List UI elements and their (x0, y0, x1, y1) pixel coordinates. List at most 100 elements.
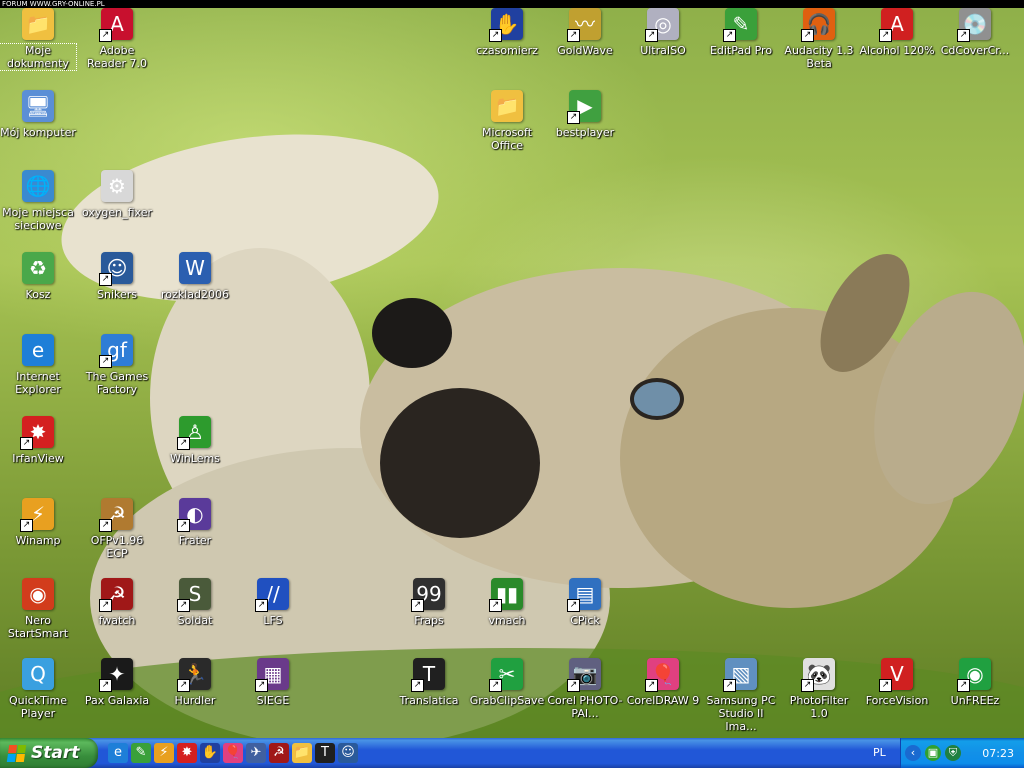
desktop-icon-label: SIEGE (256, 694, 290, 707)
tray-security-icon[interactable]: ⛨ (945, 745, 961, 761)
shortcut-arrow-icon: ↗ (99, 273, 112, 286)
coreldraw-quicklaunch-icon[interactable]: 🎈 (223, 743, 243, 763)
shortcut-arrow-icon: ↗ (879, 29, 892, 42)
shortcut-arrow-icon: ↗ (957, 29, 970, 42)
system-tray: PL ‹ ▣ ⛨ 07:23 (873, 738, 1024, 768)
translatica-quicklaunch-icon[interactable]: T (315, 743, 335, 763)
start-button[interactable]: Start (0, 738, 98, 768)
desktop-icon[interactable]: ◎ ↗ UltraISO (625, 8, 701, 57)
recycle-bin-icon: ♻ (22, 252, 54, 284)
desktop-icon[interactable]: 🏃 ↗ Hurdler (157, 658, 233, 707)
tray-network-icon[interactable]: ▣ (925, 745, 941, 761)
desktop-icon-label: CPick (570, 614, 600, 627)
alcohol-icon: A ↗ (879, 8, 913, 42)
desktop-icon-label: CorelDRAW 9 (626, 694, 700, 707)
desktop-icon[interactable]: ▶ ↗ bestplayer (547, 90, 623, 139)
desktop-icon[interactable]: 🌐 Moje miejsca sieciowe (0, 170, 76, 232)
desktop-icon[interactable]: ▦ ↗ SIEGE (235, 658, 311, 707)
desktop-icon[interactable]: ⚙ oxygen_fixer (79, 170, 155, 219)
desktop-icon-label: Hurdler (174, 694, 216, 707)
desktop-icon[interactable]: ⚡ ↗ Winamp (0, 498, 76, 547)
shortcut-arrow-icon: ↗ (801, 679, 814, 692)
shortcut-arrow-icon: ↗ (99, 679, 112, 692)
desktop-icon[interactable]: T ↗ Translatica (391, 658, 467, 707)
shortcut-arrow-icon: ↗ (567, 111, 580, 124)
desktop-icon[interactable]: ◐ ↗ Frater (157, 498, 233, 547)
desktop-icon[interactable]: ✸ ↗ IrfanView (0, 416, 76, 465)
desktop-icon[interactable]: ▧ ↗ Samsung PC Studio II Ima... (703, 658, 779, 733)
desktop-icon-label: Kosz (25, 288, 51, 301)
language-indicator[interactable]: PL (873, 746, 886, 759)
desktop-icon[interactable]: ✦ ↗ Pax Galaxia (79, 658, 155, 707)
shortcut-arrow-icon: ↗ (255, 679, 268, 692)
desktop-icon-label: CdCoverCr... (940, 44, 1010, 57)
desktop-icon[interactable]: gf ↗ The Games Factory (79, 334, 155, 396)
lfs-icon: //↗ (255, 578, 289, 612)
corel-photopaint-icon: 📷 ↗ (567, 658, 601, 692)
desktop-icon[interactable]: ♙ ↗ WinLems (157, 416, 233, 465)
desktop-icon[interactable]: ✋ ↗ czasomierz (469, 8, 545, 57)
desktop-icon[interactable]: Wrozklad2006 (157, 252, 233, 301)
desktop-icon-label: Soldat (177, 614, 213, 627)
desktop-icon[interactable]: ♻ Kosz (0, 252, 76, 301)
photofilter-icon: 🐼 ↗ (801, 658, 835, 692)
winamp-quicklaunch-icon[interactable]: ⚡ (154, 743, 174, 763)
unfreez-icon: ◉ ↗ (957, 658, 991, 692)
editpad-quicklaunch-icon[interactable]: ✎ (131, 743, 151, 763)
desktop-icon[interactable]: ◉ ↗ UnFREEz (937, 658, 1013, 707)
snikers-quicklaunch-icon[interactable]: ☺ (338, 743, 358, 763)
desktop-icon-label: Frater (178, 534, 212, 547)
desktop-icon[interactable]: A ↗ Adobe Reader 7.0 (79, 8, 155, 70)
desktop-icon[interactable]: 🎈 ↗ CorelDRAW 9 (625, 658, 701, 707)
shortcut-arrow-icon: ↗ (411, 599, 424, 612)
shortcut-arrow-icon: ↗ (177, 437, 190, 450)
desktop-icon[interactable]: ▮▮ ↗ vmach (469, 578, 545, 627)
shortcut-arrow-icon: ↗ (723, 679, 736, 692)
my-documents-icon: 📁 (22, 8, 54, 40)
bestplayer-icon: ▶ ↗ (567, 90, 601, 124)
desktop-icon-label: Microsoft Office (481, 126, 533, 152)
desktop-icon[interactable]: ☭ ↗ OFPv1.96 ECP (79, 498, 155, 560)
desktop-icon[interactable]: 〰 ↗ GoldWave (547, 8, 623, 57)
desktop-icon[interactable]: ✂ ↗ GrabClipSave (469, 658, 545, 707)
desktop-icon[interactable]: //↗ LFS (235, 578, 311, 627)
desktop-icon[interactable]: V ↗ ForceVision (859, 658, 935, 707)
fwatch-quicklaunch-icon[interactable]: ☭ (269, 743, 289, 763)
shortcut-arrow-icon: ↗ (645, 679, 658, 692)
desktop-icon[interactable]: 📷 ↗ Corel PHOTO-PAI... (547, 658, 623, 720)
tray-chevron-icon[interactable]: ‹ (905, 745, 921, 761)
desktop-icon-label: UltraISO (640, 44, 686, 57)
vmach-icon: ▮▮ ↗ (489, 578, 523, 612)
ofp-ecp-icon: ☭ ↗ (99, 498, 133, 532)
irfanview-quicklaunch-icon[interactable]: ✸ (177, 743, 197, 763)
quicktime-icon: Q (22, 658, 54, 690)
frater-icon: ◐ ↗ (177, 498, 211, 532)
folder-quicklaunch-icon[interactable]: 📁 (292, 743, 312, 763)
desktop-icon-label: LFS (263, 614, 283, 627)
desktop-icon[interactable]: ☭ ↗ fwatch (79, 578, 155, 627)
desktop-icon[interactable]: 💿 ↗ CdCoverCr... (937, 8, 1013, 57)
desktop-icon[interactable]: ✎ ↗ EditPad Pro (703, 8, 779, 57)
desktop-icon[interactable]: ◉ Nero StartSmart (0, 578, 76, 640)
plane-quicklaunch-icon[interactable]: ✈ (246, 743, 266, 763)
ie-quicklaunch-icon[interactable]: e (108, 743, 128, 763)
desktop-icon-label: Adobe Reader 7.0 (87, 44, 147, 70)
snikers-icon: ☺ ↗ (99, 252, 133, 286)
desktop-icon[interactable]: 📁 Microsoft Office (469, 90, 545, 152)
desktop-icon-label: EditPad Pro (709, 44, 773, 57)
czasomierz-quicklaunch-icon[interactable]: ✋ (200, 743, 220, 763)
desktop-icon[interactable]: 99 ↗ Fraps (391, 578, 467, 627)
desktop-icon[interactable]: A ↗ Alcohol 120% (859, 8, 935, 57)
desktop-icon[interactable]: 🎧 ↗ Audacity 1.3 Beta (781, 8, 857, 70)
desktop-icon[interactable]: ☺ ↗ Snikers (79, 252, 155, 301)
desktop-icon[interactable]: ▤ ↗ CPick (547, 578, 623, 627)
shortcut-arrow-icon: ↗ (20, 519, 33, 532)
desktop-icon[interactable]: S ↗ Soldat (157, 578, 233, 627)
desktop-icon-label: vmach (488, 614, 526, 627)
desktop-icon[interactable]: e Internet Explorer (0, 334, 76, 396)
desktop-icon[interactable]: 🖥 Mój komputer (0, 90, 76, 139)
desktop-icon[interactable]: Q QuickTime Player (0, 658, 76, 720)
clock[interactable]: 07:23 (982, 747, 1014, 760)
desktop-icon[interactable]: 📁 Moje dokumenty (0, 8, 77, 71)
desktop-icon[interactable]: 🐼 ↗ PhotoFilter 1.0 (781, 658, 857, 720)
